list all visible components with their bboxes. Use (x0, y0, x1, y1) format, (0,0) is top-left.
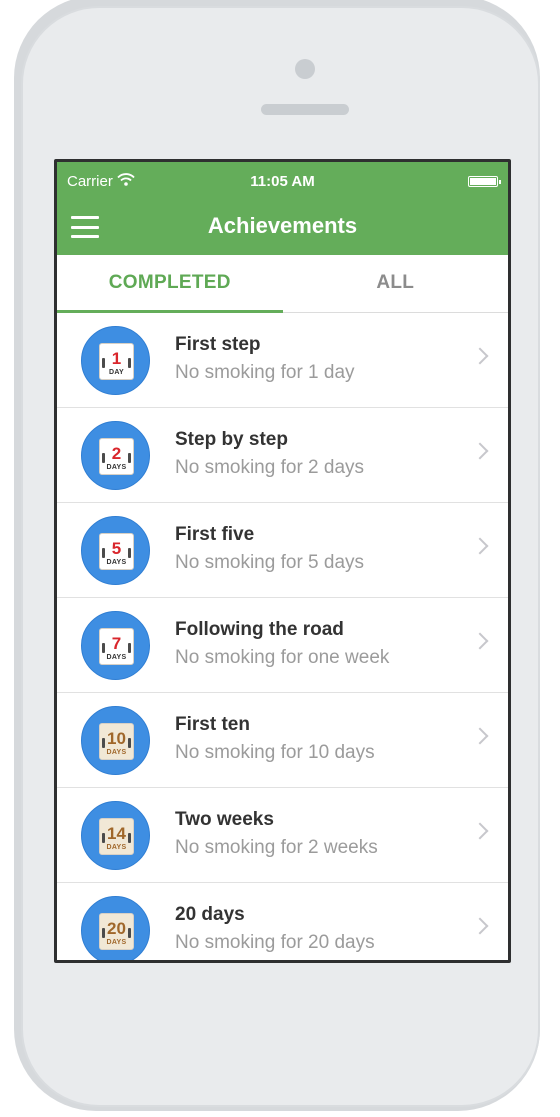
chevron-right-icon (471, 917, 489, 935)
achievements-list: 1 DAY First step No smoking for 1 day 2 … (57, 313, 508, 960)
calendar-icon: 1 DAY (99, 343, 134, 380)
badge-number: 1 (111, 349, 122, 368)
chevron-right-icon (471, 632, 489, 650)
badge-unit: DAYS (106, 749, 127, 756)
badge-number: 20 (107, 919, 126, 938)
tab-bar: COMPLETED ALL (57, 255, 508, 313)
achievement-title: First step (175, 334, 261, 355)
phone-screen: Carrier 11:05 AM Achievements COMPLETED (54, 159, 511, 963)
achievement-badge-icon: 7 DAYS (81, 611, 150, 680)
app-display: Carrier 11:05 AM Achievements COMPLETED (57, 162, 508, 960)
battery-icon (468, 176, 501, 187)
achievement-title: Two weeks (175, 809, 274, 830)
clock: 11:05 AM (250, 173, 315, 190)
achievement-badge-icon: 10 DAYS (81, 706, 150, 775)
calendar-icon: 2 DAYS (99, 438, 134, 475)
list-item[interactable]: 20 DAYS 20 days No smoking for 20 days (57, 883, 508, 960)
badge-unit: DAYS (106, 464, 127, 471)
achievement-badge-icon: 2 DAYS (81, 421, 150, 490)
achievement-badge-icon: 5 DAYS (81, 516, 150, 585)
achievement-subtitle: No smoking for 1 day (175, 362, 355, 383)
achievement-subtitle: No smoking for 2 weeks (175, 837, 378, 858)
chevron-right-icon (471, 727, 489, 745)
badge-number: 7 (111, 634, 122, 653)
badge-number: 2 (111, 444, 122, 463)
list-item[interactable]: 7 DAYS Following the road No smoking for… (57, 598, 508, 693)
calendar-icon: 20 DAYS (99, 913, 134, 950)
chevron-right-icon (471, 537, 489, 555)
calendar-icon: 7 DAYS (99, 628, 134, 665)
list-item[interactable]: 2 DAYS Step by step No smoking for 2 day… (57, 408, 508, 503)
list-item[interactable]: 14 DAYS Two weeks No smoking for 2 weeks (57, 788, 508, 883)
achievement-title: First ten (175, 714, 250, 735)
chevron-right-icon (471, 442, 489, 460)
page-title: Achievements (207, 213, 358, 238)
badge-unit: DAYS (106, 559, 127, 566)
achievement-title: Step by step (175, 429, 288, 450)
tab-completed[interactable]: COMPLETED (57, 255, 283, 312)
earpiece-speaker (261, 104, 349, 115)
badge-unit: DAYS (106, 844, 127, 851)
badge-unit: DAY (108, 369, 125, 376)
achievement-badge-icon: 1 DAY (81, 326, 150, 395)
badge-unit: DAYS (106, 939, 127, 946)
calendar-icon: 14 DAYS (99, 818, 134, 855)
list-item[interactable]: 10 DAYS First ten No smoking for 10 days (57, 693, 508, 788)
achievement-title: 20 days (175, 904, 245, 925)
achievement-subtitle: No smoking for 2 days (175, 457, 365, 478)
calendar-icon: 10 DAYS (99, 723, 134, 760)
front-camera (295, 59, 315, 79)
achievement-subtitle: No smoking for 20 days (175, 932, 375, 953)
achievement-title: Following the road (175, 619, 344, 640)
calendar-icon: 5 DAYS (99, 533, 134, 570)
list-item[interactable]: 5 DAYS First five No smoking for 5 days (57, 503, 508, 598)
list-item[interactable]: 1 DAY First step No smoking for 1 day (57, 313, 508, 408)
achievement-subtitle: No smoking for one week (175, 647, 390, 668)
navigation-bar: Achievements (57, 199, 508, 255)
badge-number: 5 (111, 539, 122, 558)
badge-unit: DAYS (106, 654, 127, 661)
badge-number: 14 (107, 824, 126, 843)
achievement-title: First five (175, 524, 255, 545)
chevron-right-icon (471, 347, 489, 365)
chevron-right-icon (471, 822, 489, 840)
achievement-subtitle: No smoking for 10 days (175, 742, 375, 763)
achievement-subtitle: No smoking for 5 days (175, 552, 365, 573)
badge-number: 10 (107, 729, 126, 748)
tab-all[interactable]: ALL (283, 255, 509, 312)
achievement-badge-icon: 20 DAYS (81, 896, 150, 960)
achievement-badge-icon: 14 DAYS (81, 801, 150, 870)
status-bar: Carrier 11:05 AM (57, 162, 508, 199)
